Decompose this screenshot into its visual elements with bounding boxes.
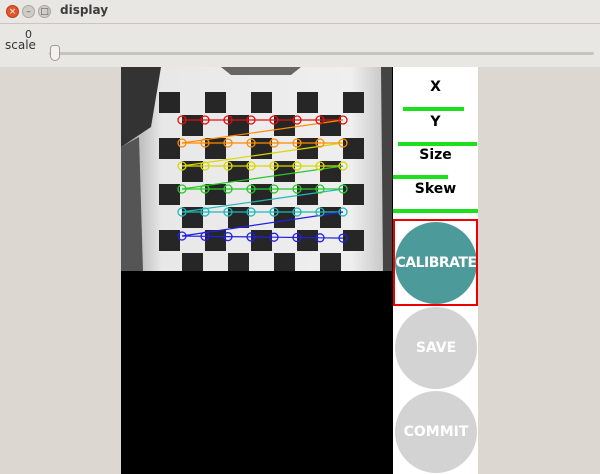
scale-value: 0 bbox=[25, 28, 32, 41]
calibration-display: X Y Size Skew CALIBRATE SAVE COMMIT bbox=[121, 67, 478, 474]
board-square bbox=[251, 230, 272, 251]
board-square bbox=[320, 253, 341, 271]
board-square bbox=[159, 184, 180, 205]
skew-label: Skew bbox=[414, 181, 457, 197]
board-square bbox=[205, 92, 226, 113]
title-bar: × – □ display bbox=[0, 0, 600, 24]
board-square bbox=[251, 92, 272, 113]
board-square bbox=[159, 138, 180, 159]
skew-progress-bar bbox=[393, 209, 478, 213]
window-title: display bbox=[60, 3, 109, 17]
calibrate-button[interactable]: CALIBRATE bbox=[395, 222, 477, 304]
scale-track[interactable] bbox=[49, 52, 594, 55]
commit-button[interactable]: COMMIT bbox=[395, 391, 477, 473]
y-progress-bar bbox=[398, 142, 477, 146]
minimize-icon[interactable]: – bbox=[22, 5, 35, 18]
scale-trackbar-row: scale 0 bbox=[0, 24, 600, 67]
x-label: X bbox=[430, 79, 441, 95]
x-progress-bar bbox=[403, 107, 464, 111]
scale-slider-thumb[interactable] bbox=[50, 45, 60, 61]
calibration-panel: X Y Size Skew CALIBRATE SAVE COMMIT bbox=[393, 67, 478, 474]
board-square bbox=[182, 253, 203, 271]
close-icon[interactable]: × bbox=[6, 5, 19, 18]
camera-view bbox=[121, 67, 392, 271]
y-label: Y bbox=[430, 114, 441, 130]
board-square bbox=[343, 92, 364, 113]
save-button[interactable]: SAVE bbox=[395, 307, 477, 389]
size-label: Size bbox=[419, 147, 452, 163]
board-square bbox=[297, 92, 318, 113]
board-square bbox=[274, 253, 295, 271]
board-square bbox=[228, 253, 249, 271]
size-progress-bar bbox=[393, 175, 448, 179]
maximize-icon[interactable]: □ bbox=[38, 5, 51, 18]
board-square bbox=[159, 92, 180, 113]
board-square bbox=[159, 230, 180, 251]
